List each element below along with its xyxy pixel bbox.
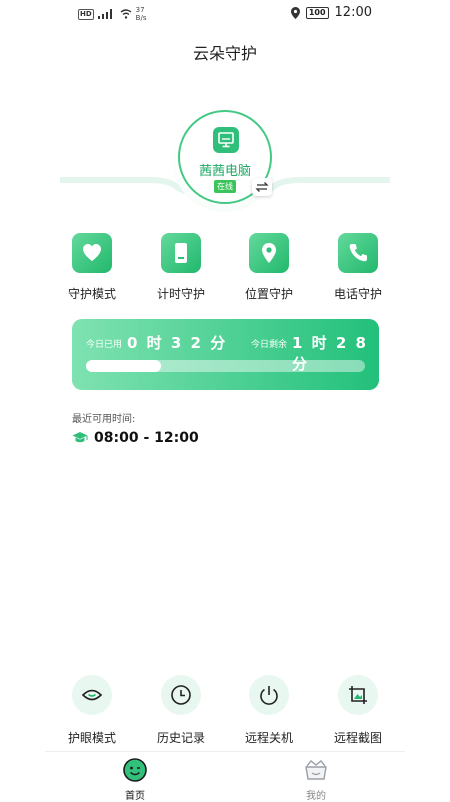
tool-eye-protection[interactable]: 护眼模式 bbox=[52, 675, 132, 746]
screenshot-icon bbox=[338, 675, 378, 715]
hd-badge: HD bbox=[78, 8, 94, 20]
feature-label: 计时守护 bbox=[156, 287, 205, 301]
usage-progress-fill bbox=[86, 360, 162, 372]
tool-label: 护眼模式 bbox=[67, 731, 116, 745]
tab-home[interactable]: 首页 bbox=[105, 758, 165, 802]
remaining-label: 今日剩余 bbox=[251, 340, 288, 350]
used-label: 今日已用 bbox=[86, 340, 123, 350]
status-bar: HD 37 B/s 100 12:00 bbox=[0, 0, 450, 28]
feature-label: 电话守护 bbox=[333, 287, 382, 301]
tool-remote-shutdown[interactable]: 远程关机 bbox=[229, 675, 309, 746]
available-time-label: 最近可用时间: bbox=[72, 414, 136, 425]
page-title: 云朵守护 bbox=[192, 44, 257, 63]
eye-icon bbox=[72, 675, 112, 715]
smiley-home-icon bbox=[123, 758, 147, 782]
tab-bar: 首页 我的 bbox=[45, 751, 405, 802]
location-icon bbox=[290, 6, 300, 19]
feature-location-guard[interactable]: 位置守护 bbox=[229, 233, 309, 302]
tool-label: 远程关机 bbox=[244, 731, 293, 745]
crown-basket-icon bbox=[305, 760, 327, 780]
network-speed: 37 B/s bbox=[135, 6, 147, 22]
switch-device-button[interactable] bbox=[252, 178, 272, 196]
feature-label: 位置守护 bbox=[244, 287, 293, 301]
clock: 12:00 bbox=[334, 5, 372, 20]
tool-remote-screenshot[interactable]: 远程截图 bbox=[318, 675, 398, 746]
feature-label: 守护模式 bbox=[67, 287, 116, 301]
available-time-range: 08:00 - 12:00 bbox=[94, 430, 199, 446]
tool-label: 远程截图 bbox=[333, 731, 382, 745]
used-value: 0 时 3 2 分 bbox=[127, 334, 228, 352]
phone-timer-icon bbox=[161, 233, 201, 273]
graduation-cap-icon bbox=[72, 432, 88, 443]
location-pin-icon bbox=[249, 233, 289, 273]
clock-icon bbox=[161, 675, 201, 715]
heart-icon bbox=[72, 233, 112, 273]
monitor-icon bbox=[213, 127, 239, 153]
device-name: 茜茜电脑 bbox=[198, 164, 251, 179]
feature-timer-guard[interactable]: 计时守护 bbox=[141, 233, 221, 302]
tab-mine[interactable]: 我的 bbox=[286, 758, 346, 802]
swap-icon bbox=[255, 182, 269, 192]
available-time-row: 08:00 - 12:00 bbox=[72, 430, 199, 446]
status-right: 100 12:00 bbox=[290, 5, 372, 20]
usage-progress-track bbox=[86, 360, 365, 372]
usage-card: 今日已用 0 时 3 2 分 今日剩余 1 时 2 8 分 bbox=[72, 319, 379, 390]
signal-icon bbox=[97, 9, 112, 19]
wifi-icon bbox=[120, 9, 132, 19]
tool-history[interactable]: 历史记录 bbox=[141, 675, 221, 746]
tool-label: 历史记录 bbox=[156, 731, 205, 745]
battery-indicator: 100 bbox=[305, 6, 329, 19]
online-status-badge: 在线 bbox=[214, 180, 236, 193]
phone-call-icon bbox=[338, 233, 378, 273]
feature-phone-guard[interactable]: 电话守护 bbox=[318, 233, 398, 302]
status-left: HD 37 B/s bbox=[78, 6, 146, 22]
power-icon bbox=[249, 675, 289, 715]
feature-guard-mode[interactable]: 守护模式 bbox=[52, 233, 132, 302]
